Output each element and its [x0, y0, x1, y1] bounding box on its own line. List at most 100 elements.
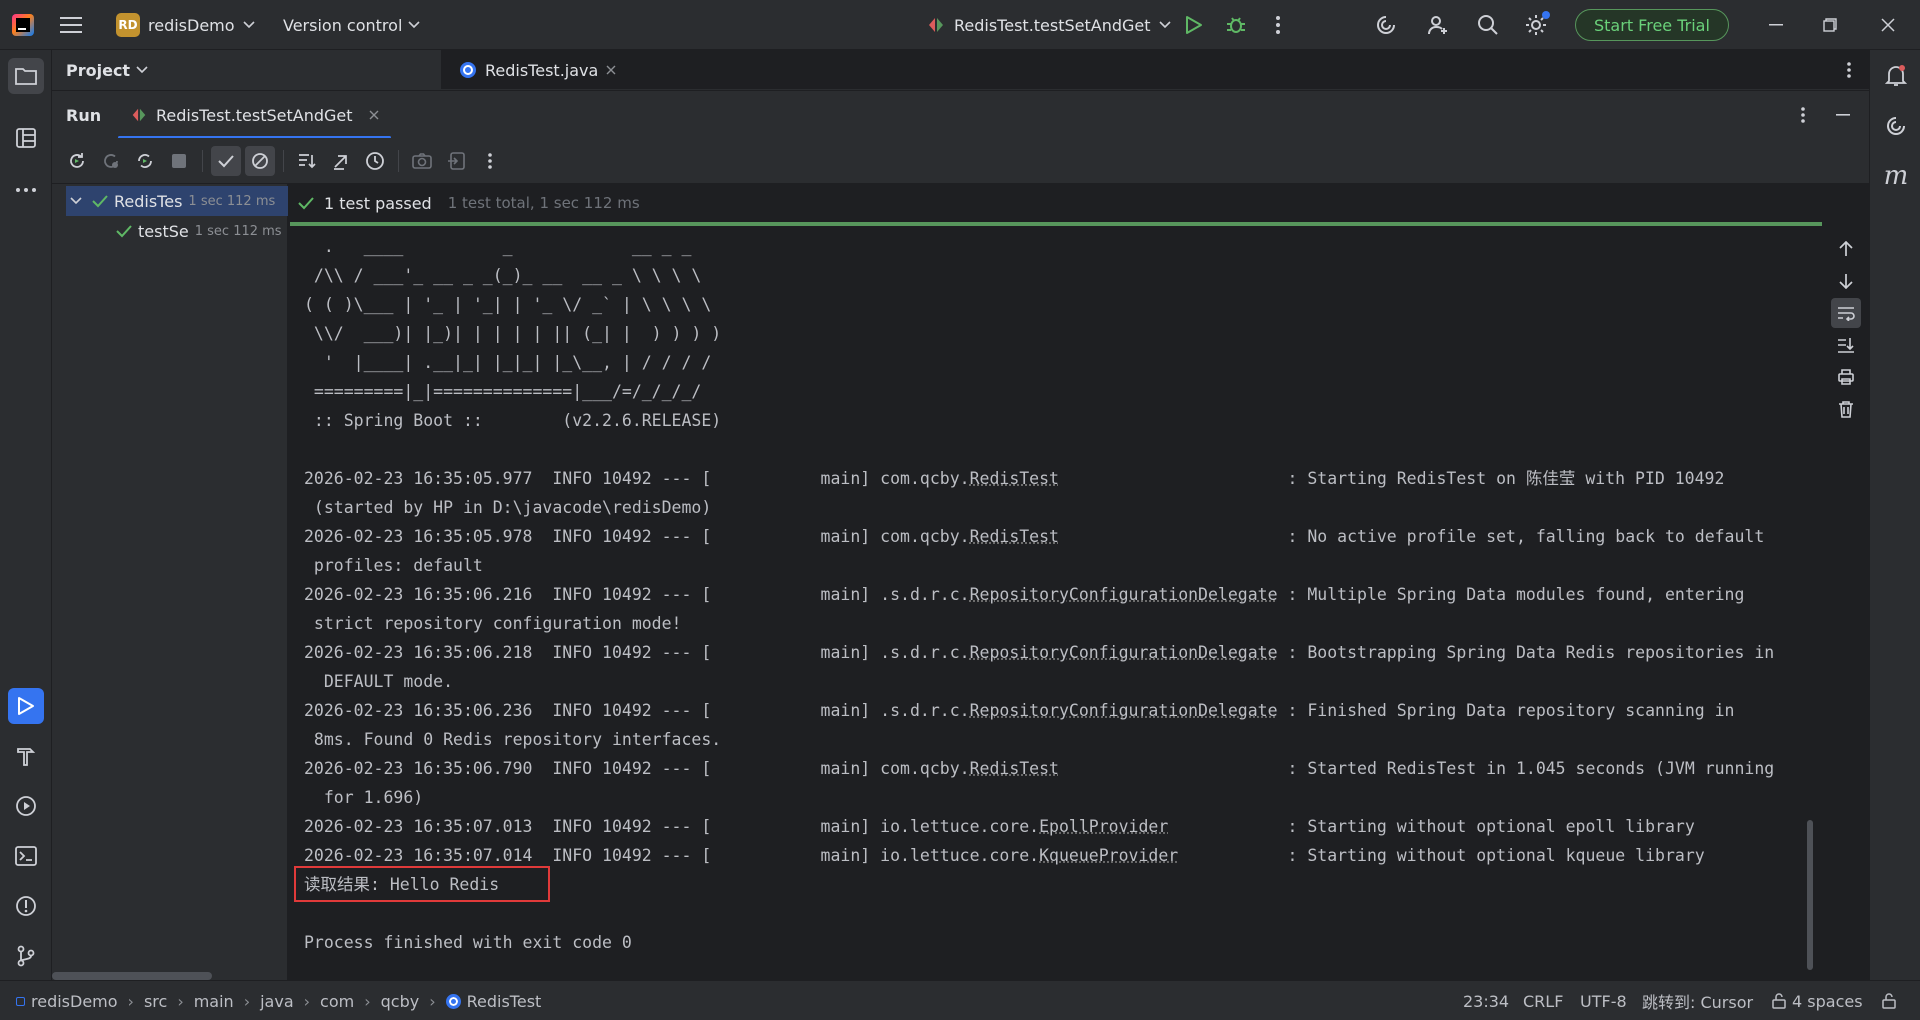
printer-icon — [1837, 368, 1855, 386]
scroll-to-end-button[interactable] — [1831, 330, 1861, 360]
git-tool-button[interactable] — [8, 938, 44, 974]
editor-tabs-more-button[interactable] — [1847, 50, 1851, 90]
sort-icon — [297, 151, 317, 171]
scroll-down-button[interactable] — [1831, 266, 1861, 296]
run-tab[interactable]: RedisTest.testSetAndGet — [118, 91, 391, 139]
version-control-menu[interactable]: Version control — [283, 0, 420, 50]
sort-button[interactable] — [292, 146, 322, 176]
horizontal-scrollbar[interactable] — [52, 972, 212, 980]
logger-class-link[interactable]: RepositoryConfigurationDelegate — [970, 643, 1278, 662]
log-prefix: 2026-02-23 16:35:06.218 INFO 10492 --- [… — [304, 643, 970, 662]
restore-button[interactable] — [1812, 0, 1848, 50]
vertical-scrollbar[interactable] — [1807, 820, 1813, 970]
notifications-button[interactable] — [1878, 58, 1914, 94]
logger-class-link[interactable]: RedisTest — [970, 469, 1059, 488]
status-bar: redisDemo › src › main › java › com › qcby › RedisTe… — [0, 980, 1920, 1020]
maven-tool-button[interactable]: m — [1878, 158, 1914, 194]
run-tool-window-header: Run RedisTest.testSetAndGet — [52, 90, 1869, 138]
settings-button[interactable] — [1518, 0, 1554, 50]
test-history-button[interactable] — [360, 146, 390, 176]
log-padding — [1278, 643, 1288, 662]
logger-class-link[interactable]: RedisTest — [970, 527, 1059, 546]
logger-class-link[interactable]: RepositoryConfigurationDelegate — [970, 585, 1278, 604]
print-button[interactable] — [1831, 362, 1861, 392]
debug-button[interactable] — [1218, 0, 1254, 50]
run-button[interactable] — [1176, 0, 1212, 50]
restore-icon — [1823, 18, 1837, 32]
file-encoding[interactable]: UTF-8 — [1580, 981, 1627, 1020]
console-output[interactable]: . ____ _ __ _ _ /\\ / ___'_ __ _ _(_)_ _… — [304, 232, 1804, 957]
services-tool-button[interactable] — [8, 788, 44, 824]
toolbar-more-button[interactable] — [475, 146, 505, 176]
more-tools-button[interactable] — [8, 172, 44, 208]
cursor-position[interactable]: 23:34 — [1463, 981, 1509, 1020]
clear-all-button[interactable] — [1831, 394, 1861, 424]
build-tool-button[interactable] — [8, 738, 44, 774]
import-icon — [447, 152, 465, 170]
hide-run-window-button[interactable] — [1836, 91, 1850, 139]
breadcrumb-item[interactable]: src — [144, 992, 167, 1011]
collapse-all-button[interactable] — [326, 146, 356, 176]
ai-spiral-icon — [1884, 114, 1908, 138]
terminal-tool-button[interactable] — [8, 838, 44, 874]
problems-tool-button[interactable] — [8, 888, 44, 924]
ai-chat-button[interactable] — [1878, 108, 1914, 144]
stop-button[interactable] — [164, 146, 194, 176]
logger-class-link[interactable]: KqueueProvider — [1039, 846, 1178, 865]
log-message: : Multiple Spring Data modules found, en… — [1287, 585, 1744, 604]
tree-node-root[interactable]: RedisTes 1 sec 112 ms — [66, 186, 288, 216]
breadcrumb-item[interactable]: main — [194, 992, 234, 1011]
soft-wrap-toggle[interactable] — [1831, 298, 1861, 328]
logger-class-link[interactable]: EpollProvider — [1039, 817, 1168, 836]
logger-class-link[interactable]: RepositoryConfigurationDelegate — [970, 701, 1278, 720]
log-continuation: strict repository configuration mode! — [304, 609, 1804, 638]
banner-line: =========|_|==============|___/=/_/_/_/ — [304, 377, 1804, 406]
project-switcher[interactable]: RD redisDemo — [116, 0, 255, 50]
line-separator[interactable]: CRLF — [1523, 981, 1563, 1020]
close-icon[interactable] — [369, 110, 379, 120]
indent-setting[interactable]: 4 spaces — [1772, 981, 1863, 1020]
app-logo-icon[interactable] — [12, 0, 36, 50]
tree-node-child[interactable]: testSe 1 sec 112 ms — [116, 216, 282, 246]
run-icon — [1185, 15, 1203, 35]
breadcrumb-item[interactable]: com — [320, 992, 354, 1011]
log-message: : Finished Spring Data repository scanni… — [1287, 701, 1734, 720]
project-panel-header[interactable]: Project — [66, 50, 148, 90]
project-tool-button[interactable] — [8, 58, 44, 94]
close-icon[interactable] — [606, 65, 616, 75]
rerun-button[interactable] — [62, 146, 92, 176]
code-with-me-button[interactable] — [1420, 0, 1456, 50]
breadcrumb-item[interactable]: redisDemo — [31, 992, 118, 1011]
breadcrumb-item[interactable]: qcby — [381, 992, 420, 1011]
start-free-trial-button[interactable]: Start Free Trial — [1575, 0, 1729, 50]
run-config-label: RedisTest.testSetAndGet — [954, 16, 1151, 35]
scroll-up-button[interactable] — [1831, 234, 1861, 264]
editor-tab-redistest[interactable]: RedisTest.java — [459, 50, 616, 90]
rerun-failed-button[interactable] — [96, 146, 126, 176]
logger-class-link[interactable]: RedisTest — [970, 759, 1059, 778]
show-passed-toggle[interactable] — [211, 146, 241, 176]
structure-tool-button[interactable] — [8, 120, 44, 156]
run-tool-button[interactable] — [8, 688, 44, 724]
run-window-options-button[interactable] — [1801, 91, 1805, 139]
ai-assistant-button[interactable] — [1368, 0, 1404, 50]
lock-icon — [1882, 993, 1896, 1009]
search-button[interactable] — [1470, 0, 1506, 50]
close-button[interactable] — [1870, 0, 1906, 50]
breadcrumb-item[interactable]: RedisTest — [467, 992, 542, 1011]
main-menu-icon[interactable] — [60, 0, 82, 50]
chevron-down-icon[interactable] — [70, 197, 82, 205]
jump-to-target[interactable]: 跳转到: Cursor — [1642, 981, 1753, 1020]
screenshot-button[interactable] — [407, 146, 437, 176]
breadcrumb-item[interactable]: java — [260, 992, 294, 1011]
more-actions-button[interactable] — [1260, 0, 1296, 50]
run-configuration-selector[interactable]: RedisTest.testSetAndGet — [926, 0, 1171, 50]
show-ignored-toggle[interactable] — [245, 146, 275, 176]
minimize-button[interactable] — [1758, 0, 1794, 50]
toggle-auto-test-button[interactable] — [130, 146, 160, 176]
kebab-icon — [1801, 107, 1805, 123]
trash-icon — [1838, 400, 1854, 418]
readonly-toggle[interactable] — [1882, 981, 1896, 1020]
log-line: 2026-02-23 16:35:06.790 INFO 10492 --- [… — [304, 754, 1804, 783]
import-tests-button[interactable] — [441, 146, 471, 176]
